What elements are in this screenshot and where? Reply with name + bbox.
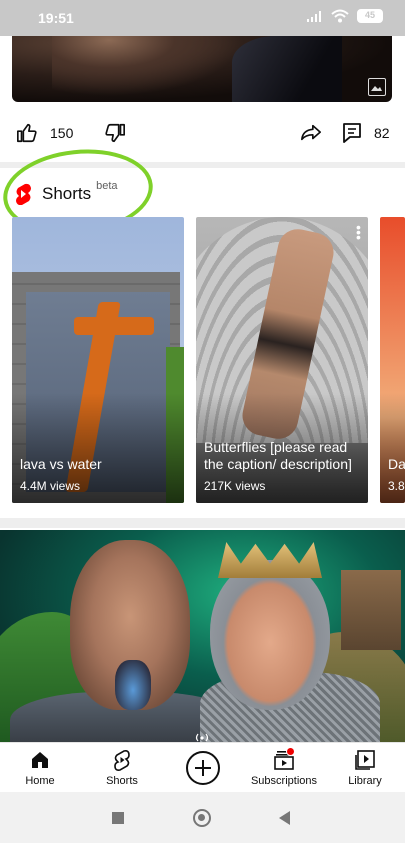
- home-icon: [32, 752, 48, 768]
- short-views: 3.8: [388, 479, 405, 493]
- more-options-icon[interactable]: • • •: [356, 220, 361, 244]
- thumbnail-detail: [210, 560, 330, 710]
- short-card[interactable]: lava vs water 4.4M views: [12, 217, 184, 503]
- thumbnail-detail: [52, 36, 242, 96]
- nav-home[interactable]: Home: [0, 749, 80, 787]
- nav-label: Shorts: [106, 775, 138, 787]
- short-views: 4.4M views: [20, 479, 81, 493]
- image-icon: [368, 78, 386, 96]
- comment-count: 82: [374, 125, 390, 141]
- dislike-button[interactable]: [104, 122, 126, 144]
- comment-icon: [343, 123, 361, 143]
- thumbnail-detail: [232, 36, 342, 102]
- thumbs-up-icon: [17, 123, 37, 143]
- shorts-title: Shorts: [42, 184, 92, 203]
- create-button[interactable]: [186, 751, 220, 785]
- library-icon: [355, 750, 375, 770]
- signal-icon: [307, 11, 321, 22]
- nav-label: Subscriptions: [250, 775, 318, 787]
- like-button[interactable]: 150: [16, 122, 73, 144]
- short-title: Butterflies [please read the caption/ de…: [204, 439, 352, 472]
- status-icons: 45: [307, 9, 383, 23]
- battery-indicator: 45: [357, 9, 383, 23]
- short-card[interactable]: • • • Butterflies [please read the caption…: [196, 217, 368, 503]
- video-action-row: 150 82: [0, 118, 405, 150]
- like-count: 150: [50, 125, 74, 141]
- shorts-logo-icon: [16, 183, 31, 205]
- nav-label: Home: [25, 775, 55, 787]
- shorts-carousel[interactable]: lava vs water 4.4M views • • • Butterflies…: [0, 217, 405, 503]
- wifi-icon: [331, 9, 349, 23]
- nav-subscriptions[interactable]: Subscriptions: [244, 749, 324, 787]
- thumbnail-detail: [341, 570, 401, 650]
- notification-dot: [286, 747, 295, 756]
- nav-shorts[interactable]: Shorts: [82, 749, 162, 787]
- status-time: 19:51: [38, 10, 74, 26]
- home-system-button[interactable]: [193, 809, 211, 827]
- short-title: Da: [388, 456, 405, 472]
- nav-library[interactable]: Library: [325, 749, 405, 787]
- section-divider: [0, 518, 405, 528]
- share-icon: [301, 124, 321, 141]
- video-thumbnail[interactable]: [12, 36, 392, 102]
- thumbnail-detail: [115, 660, 151, 710]
- comments-button[interactable]: 82: [342, 122, 390, 144]
- nav-label: Library: [348, 775, 382, 787]
- thumbs-down-icon: [105, 123, 125, 143]
- shorts-icon: [114, 750, 130, 771]
- short-card[interactable]: Da 3.8: [380, 217, 405, 503]
- short-title: lava vs water: [20, 456, 102, 472]
- short-views: 217K views: [204, 479, 266, 493]
- share-button[interactable]: [300, 122, 322, 144]
- system-navigation-bar: [0, 792, 405, 843]
- shorts-shelf-header: Shorts beta: [14, 178, 118, 210]
- back-button[interactable]: [279, 811, 290, 825]
- beta-badge: beta: [96, 180, 118, 192]
- bottom-navigation: Home Shorts Subscriptions Library: [0, 742, 405, 792]
- status-bar: 19:51 45: [0, 0, 405, 36]
- recents-button[interactable]: [112, 812, 124, 824]
- live-icon: [195, 733, 209, 742]
- video-thumbnail[interactable]: [0, 530, 405, 742]
